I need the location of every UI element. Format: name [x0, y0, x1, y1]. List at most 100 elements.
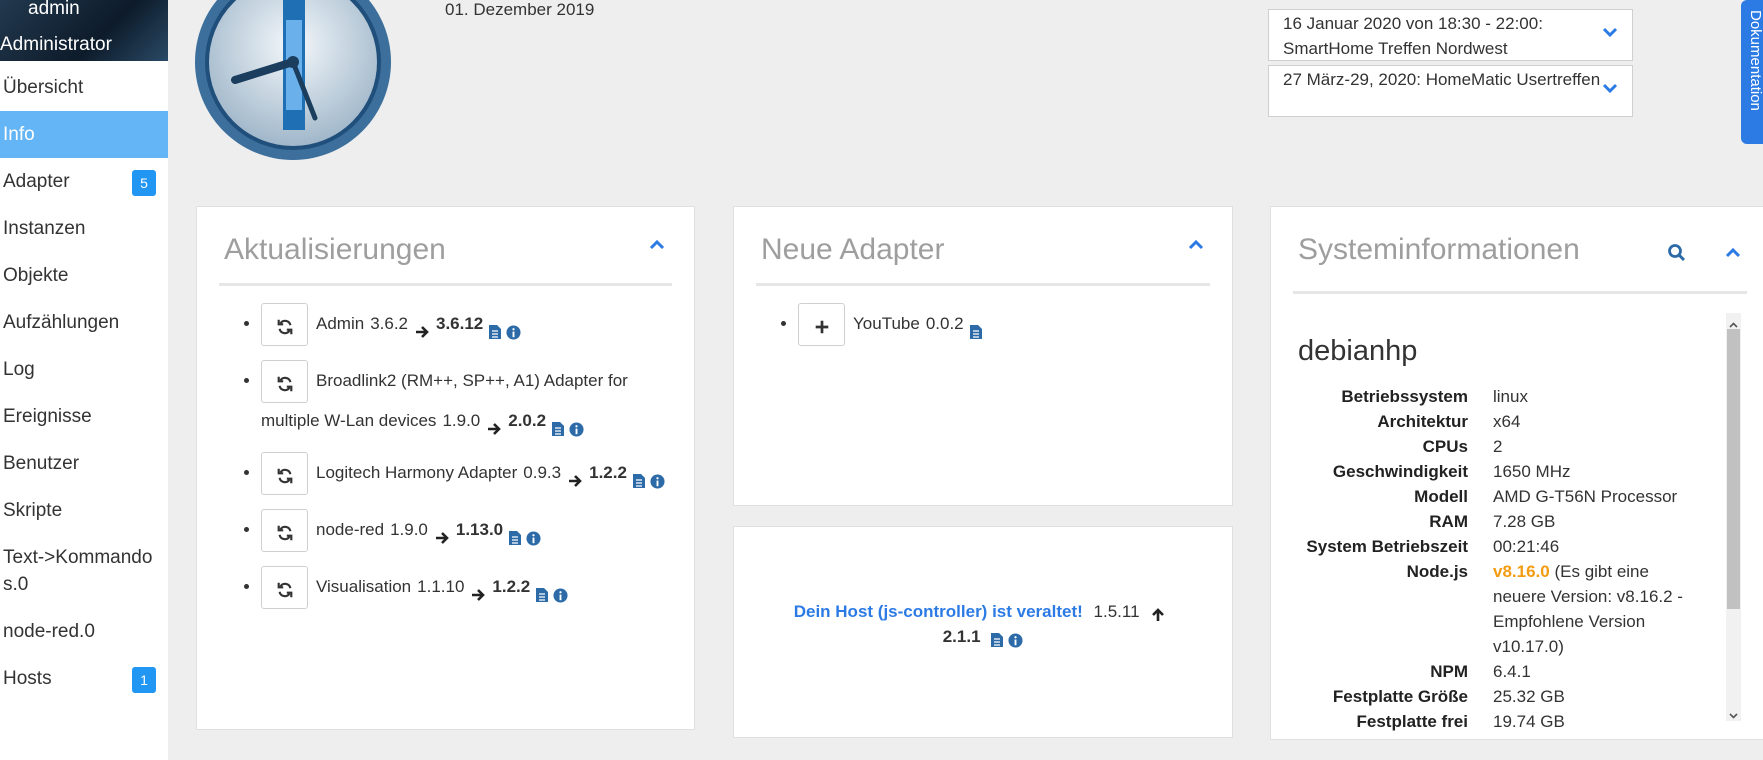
sysinfo-value: 19.74 GB — [1493, 712, 1565, 731]
scroll-down-arrow-icon[interactable] — [1729, 707, 1738, 719]
event-item[interactable]: 27 März-29, 2020: HomeMatic Usertreffen — [1268, 65, 1633, 117]
update-button[interactable] — [261, 303, 308, 346]
host-warning-card: Dein Host (js-controller) ist veraltet! … — [733, 526, 1233, 738]
scrollbar-thumb[interactable] — [1727, 329, 1740, 609]
table-row: RAM 7.28 GB — [1293, 509, 1693, 534]
sidebar-item-info[interactable]: Info — [0, 111, 168, 158]
documentation-tab-label: Dokumentation — [1747, 10, 1763, 111]
updates-title: Aktualisierungen — [224, 233, 446, 266]
sysinfo-value: v8.16.0 (Es gibt eine neuere Version: v8… — [1493, 559, 1693, 659]
title-divider — [1293, 291, 1747, 294]
info-icon[interactable] — [1008, 630, 1023, 648]
sysinfo-scroll-area[interactable]: debianhp Betriebssystem linux Architektur… — [1271, 307, 1726, 733]
collapse-chevron-up-icon[interactable] — [1723, 243, 1743, 263]
update-button[interactable] — [261, 452, 308, 495]
changelog-doc-icon[interactable] — [487, 317, 502, 339]
sidebar-item-adapter[interactable]: Adapter 5 — [0, 158, 168, 205]
update-button[interactable] — [261, 566, 308, 609]
info-icon[interactable] — [526, 523, 541, 546]
list-item: Logitech Harmony Adapter0.9.3 1.2.2 — [261, 452, 691, 495]
sidebar-item-node-red[interactable]: node-red.0 — [0, 608, 168, 655]
sysinfo-value: 2 — [1493, 437, 1503, 456]
title-divider — [219, 283, 672, 286]
user-name: admin — [28, 0, 80, 19]
sysinfo-key: Node.js — [1406, 562, 1468, 581]
current-version: 3.6.2 — [370, 313, 408, 333]
sysinfo-value: AMD G-T56N Processor — [1493, 487, 1678, 506]
updates-card: Aktualisierungen Admin3.6.2 3.6.12 Broadl… — [196, 206, 695, 730]
sysinfo-key: Geschwindigkeit — [1332, 462, 1468, 481]
chevron-down-icon[interactable] — [1600, 78, 1620, 98]
sysinfo-value: 1650 MHz — [1493, 462, 1571, 481]
sidebar-item-label: Objekte — [3, 265, 69, 286]
sysinfo-key: RAM — [1429, 512, 1468, 531]
sidebar-item-log[interactable]: Log — [0, 346, 168, 393]
user-box[interactable]: admin Administrator — [0, 0, 168, 61]
arrow-right-icon — [434, 523, 450, 544]
current-version: 1.9.0 — [390, 519, 428, 539]
info-icon[interactable] — [553, 580, 568, 603]
sidebar-item-aufzaehlungen[interactable]: Aufzählungen — [0, 299, 168, 346]
update-button[interactable] — [261, 360, 308, 403]
install-button[interactable] — [798, 303, 845, 346]
info-icon[interactable] — [650, 466, 665, 489]
table-row: Geschwindigkeit 1650 MHz — [1293, 459, 1693, 484]
changelog-doc-icon[interactable] — [507, 523, 522, 545]
chevron-down-icon[interactable] — [1600, 22, 1620, 42]
table-row: Node.js v8.16.0 (Es gibt eine neuere Vers… — [1293, 559, 1693, 659]
info-icon[interactable] — [506, 317, 521, 340]
adapter-name: YouTube — [853, 313, 920, 333]
search-icon[interactable] — [1667, 243, 1687, 263]
sidebar-item-ereignisse[interactable]: Ereignisse — [0, 393, 168, 440]
list-item: Admin3.6.2 3.6.12 — [261, 303, 691, 346]
header-date: 01. Dezember 2019 — [445, 0, 595, 19]
documentation-tab[interactable]: Dokumentation — [1741, 0, 1763, 144]
new-adapters-card: Neue Adapter YouTube0.0.2 — [733, 206, 1233, 506]
table-row: Festplatte frei 19.74 GB — [1293, 709, 1693, 733]
sidebar-item-hosts[interactable]: Hosts 1 — [0, 655, 168, 702]
arrow-right-icon — [567, 466, 583, 487]
sysinfo-scrollbar[interactable] — [1726, 313, 1741, 721]
event-item[interactable]: 16 Januar 2020 von 18:30 - 22:00: SmartH… — [1268, 9, 1633, 61]
sidebar-item-label: Aufzählungen — [3, 312, 120, 333]
sysinfo-value: 7.28 GB — [1493, 512, 1556, 531]
sysinfo-table: Betriebssystem linux Architektur x64 CPUs 2… — [1293, 384, 1693, 733]
sidebar-item-label: Benutzer — [3, 453, 80, 474]
info-icon[interactable] — [569, 414, 584, 437]
adapter-name: Logitech Harmony Adapter — [316, 462, 518, 482]
sysinfo-value: 6.4.1 — [1493, 662, 1531, 681]
scroll-up-arrow-icon[interactable] — [1729, 317, 1738, 328]
sidebar: admin Administrator Übersicht Info Adapt… — [0, 0, 168, 760]
host-current-version: 1.5.11 — [1093, 602, 1140, 621]
readme-doc-icon[interactable] — [968, 317, 983, 339]
sidebar-item-instanzen[interactable]: Instanzen — [0, 205, 168, 252]
new-version: 1.13.0 — [455, 519, 504, 539]
changelog-doc-icon[interactable] — [631, 466, 646, 488]
sidebar-item-label: node-red.0 — [3, 621, 95, 642]
changelog-doc-icon[interactable] — [989, 630, 1004, 647]
new-adapter-list: YouTube0.0.2 — [798, 303, 1228, 360]
table-row: NPM 6.4.1 — [1293, 659, 1693, 684]
arrow-right-icon — [470, 580, 486, 601]
sidebar-item-objekte[interactable]: Objekte — [0, 252, 168, 299]
collapse-chevron-up-icon[interactable] — [647, 235, 667, 255]
hosts-count-badge: 1 — [132, 667, 156, 693]
sidebar-item-uebersicht[interactable]: Übersicht — [0, 64, 168, 111]
table-row: Betriebssystem linux — [1293, 384, 1693, 409]
sysinfo-key: CPUs — [1422, 437, 1468, 456]
iobroker-clock-logo — [195, 0, 391, 160]
sysinfo-key: NPM — [1430, 662, 1468, 681]
table-row: Festplatte Größe 25.32 GB — [1293, 684, 1693, 709]
title-divider — [756, 283, 1210, 286]
sysinfo-key: Betriebssystem — [1341, 387, 1468, 406]
changelog-doc-icon[interactable] — [550, 414, 565, 436]
collapse-chevron-up-icon[interactable] — [1186, 235, 1206, 255]
update-button[interactable] — [261, 509, 308, 552]
sidebar-item-text-kommandos[interactable]: Text->Kommandos.0 — [0, 534, 168, 608]
nodejs-version: v8.16.0 — [1493, 562, 1550, 581]
sidebar-item-benutzer[interactable]: Benutzer — [0, 440, 168, 487]
changelog-doc-icon[interactable] — [534, 580, 549, 602]
sidebar-item-skripte[interactable]: Skripte — [0, 487, 168, 534]
adapter-count-badge: 5 — [132, 170, 156, 196]
host-name: debianhp — [1298, 335, 1418, 367]
